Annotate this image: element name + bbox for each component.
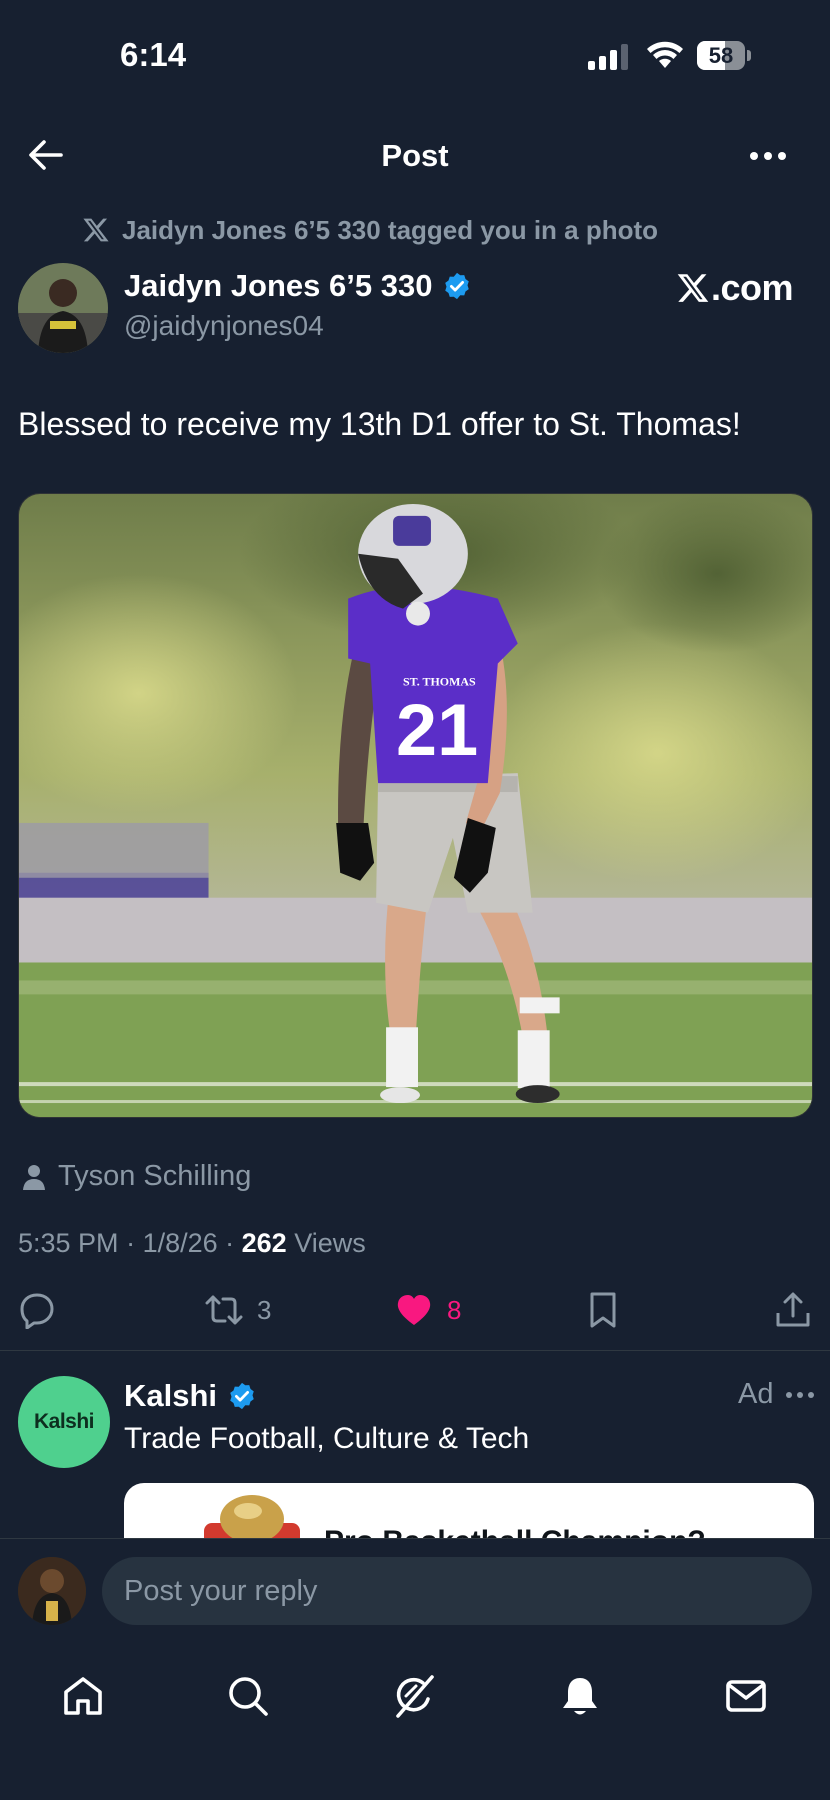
share-icon	[776, 1292, 810, 1327]
nav-home[interactable]	[53, 1666, 113, 1726]
bookmark-button[interactable]	[584, 1291, 622, 1329]
repost-icon	[205, 1295, 243, 1325]
tagged-text: Jaidyn Jones 6’5 330 tagged you in a pho…	[122, 214, 659, 245]
author-handle[interactable]: @jaidynjones04	[124, 310, 324, 342]
ad-name[interactable]: Kalshi	[124, 1378, 217, 1414]
post-text: Blessed to receive my 13th D1 offer to S…	[18, 406, 741, 442]
post-meta: 5:35 PM · 1/8/26 · 262 Views	[18, 1228, 366, 1259]
post-detail-screen: 6:14 58 Post Jaidyn Jones 6’5 330 tagged…	[0, 0, 830, 1800]
home-icon	[64, 1677, 102, 1715]
reply-icon	[20, 1293, 54, 1329]
meta-separator: ·	[118, 1228, 143, 1258]
meta-separator: ·	[217, 1228, 242, 1258]
divider	[0, 1350, 830, 1351]
page-title: Post	[381, 138, 449, 173]
user-avatar-image	[18, 1557, 86, 1625]
search-icon	[229, 1677, 268, 1716]
battery-icon: 58	[697, 41, 751, 70]
heart-filled-icon	[397, 1295, 431, 1325]
photo-credit-name: Tyson Schilling	[58, 1160, 252, 1192]
jersey-number: 21	[396, 688, 478, 771]
nav-messages[interactable]	[716, 1666, 776, 1726]
author-avatar[interactable]	[18, 263, 108, 353]
ad-avatar-text: Kalshi	[33, 1410, 95, 1433]
grok-icon	[396, 1675, 434, 1718]
status-time: 6:14	[120, 36, 187, 73]
messages-icon	[726, 1680, 766, 1712]
wifi-icon	[647, 41, 683, 68]
author-avatar-image	[18, 263, 108, 353]
ad-avatar[interactable]: Kalshi	[18, 1376, 110, 1468]
bottom-nav	[0, 1646, 830, 1800]
views-count[interactable]: 262	[242, 1228, 287, 1258]
battery-body: 58	[697, 41, 745, 70]
verified-badge-icon	[230, 1382, 254, 1410]
reply-bar	[0, 1538, 830, 1646]
notifications-icon	[563, 1678, 597, 1715]
tagged-notice: Jaidyn Jones 6’5 330 tagged you in a pho…	[82, 210, 658, 250]
reply-input[interactable]	[102, 1557, 812, 1625]
share-button[interactable]	[774, 1291, 812, 1329]
verified-badge-icon	[445, 272, 470, 300]
user-avatar[interactable]	[18, 1557, 86, 1625]
ad-label: Ad	[738, 1378, 774, 1410]
nav-grok[interactable]	[384, 1666, 444, 1726]
ad-card[interactable]: Pro Basketball Champion?	[124, 1483, 814, 1543]
nav-search[interactable]	[218, 1666, 278, 1726]
nav-notifications[interactable]	[550, 1666, 610, 1726]
x-com-text: .com	[711, 267, 794, 308]
post-photo[interactable]: ST. THOMAS 21	[18, 493, 813, 1118]
battery-level: 58	[708, 43, 734, 68]
battery-cap	[747, 50, 751, 61]
post-actions: 3 8	[0, 1283, 830, 1339]
repost-button[interactable]: 3	[205, 1291, 271, 1329]
photo-credit[interactable]: Tyson Schilling	[22, 1160, 251, 1193]
ad-name-row[interactable]: Kalshi	[124, 1378, 257, 1414]
reply-button[interactable]	[18, 1291, 70, 1329]
x-logo-icon	[83, 218, 109, 242]
more-horizontal-icon[interactable]	[785, 1390, 815, 1400]
trophy-icon	[204, 1495, 300, 1543]
top-header: Post	[0, 110, 830, 200]
author-name[interactable]: Jaidyn Jones 6’5 330	[124, 268, 432, 304]
views-label: Views	[294, 1228, 366, 1258]
football-player-photo: ST. THOMAS 21	[19, 494, 812, 1117]
ad-tagline: Trade Football, Culture & Tech	[124, 1422, 530, 1455]
repost-count: 3	[257, 1294, 272, 1325]
x-com-logo: .com	[676, 267, 794, 308]
x-logo-icon	[677, 274, 709, 302]
post-date: 1/8/26	[142, 1228, 218, 1258]
person-icon	[23, 1164, 45, 1190]
like-button[interactable]: 8	[395, 1291, 461, 1329]
bookmark-icon	[590, 1292, 616, 1328]
like-count: 8	[447, 1294, 462, 1325]
more-horizontal-icon[interactable]	[748, 150, 788, 162]
cellular-signal-icon	[588, 44, 628, 70]
author-name-row[interactable]: Jaidyn Jones 6’5 330	[124, 268, 472, 304]
post-time: 5:35 PM	[18, 1228, 119, 1258]
jersey-text: ST. THOMAS	[403, 674, 476, 688]
status-bar: 6:14 58	[0, 0, 830, 110]
